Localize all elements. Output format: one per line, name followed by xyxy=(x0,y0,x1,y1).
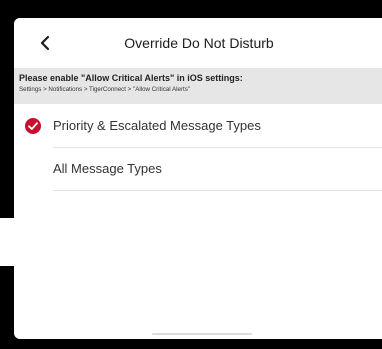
back-button[interactable] xyxy=(32,30,58,56)
option-all-message-types[interactable]: All Message Types xyxy=(14,148,382,190)
divider xyxy=(53,190,382,191)
banner-title: Please enable "Allow Critical Alerts" in… xyxy=(19,73,243,83)
chevron-left-icon xyxy=(40,35,50,51)
option-label: All Message Types xyxy=(53,161,162,176)
banner-settings-path: Settings > Notifications > TigerConnect … xyxy=(19,86,191,93)
screenshot-gap xyxy=(0,218,382,266)
settings-screen: Override Do Not Disturb Please enable "A… xyxy=(14,18,382,339)
navigation-bar: Override Do Not Disturb xyxy=(14,18,382,68)
option-priority-escalated[interactable]: Priority & Escalated Message Types xyxy=(14,105,382,147)
check-circle-icon xyxy=(25,118,41,134)
page-title: Override Do Not Disturb xyxy=(124,35,274,51)
option-label: Priority & Escalated Message Types xyxy=(53,118,261,133)
home-indicator xyxy=(152,333,252,335)
critical-alerts-banner: Please enable "Allow Critical Alerts" in… xyxy=(14,68,382,104)
